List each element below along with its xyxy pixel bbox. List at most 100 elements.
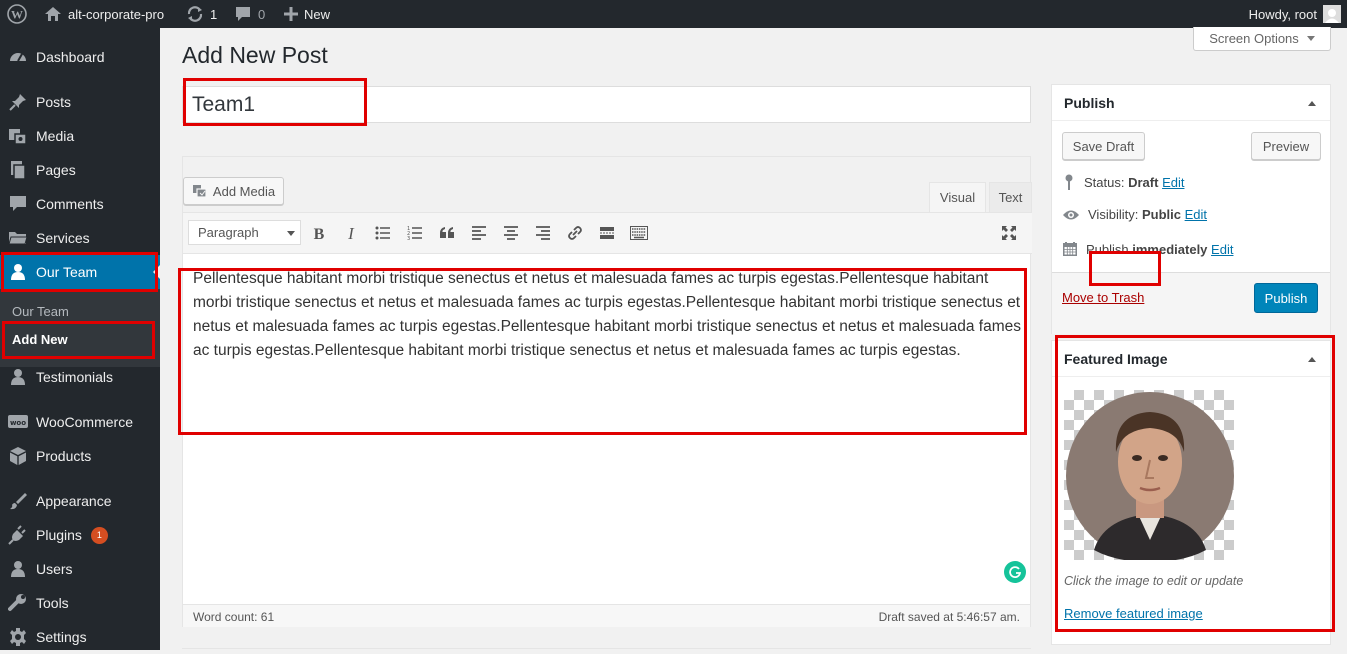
sidebar-item-label: Posts <box>36 94 72 110</box>
align-right-button[interactable] <box>527 213 559 253</box>
caret-down-icon <box>1306 36 1315 41</box>
sidebar-item-label: Dashboard <box>36 49 105 65</box>
wordpress-logo-icon[interactable]: W <box>7 0 27 28</box>
sidebar-item-appearance[interactable]: Appearance <box>0 484 160 518</box>
sidebar-item-services[interactable]: Services <box>0 221 160 255</box>
caret-down-icon <box>287 231 295 236</box>
preview-label: Preview <box>1262 138 1310 154</box>
visibility-value: Public <box>1141 207 1181 222</box>
italic-button[interactable]: I <box>335 213 367 253</box>
folder-icon <box>8 228 28 248</box>
edit-visibility-link[interactable]: Edit <box>1185 207 1207 222</box>
align-center-icon <box>503 225 519 241</box>
submenu-item-add-new[interactable]: Add New <box>0 325 160 353</box>
format-select[interactable]: Paragraph <box>188 220 301 245</box>
publish-box-header[interactable]: Publish <box>1052 85 1330 121</box>
insert-link-button[interactable] <box>559 213 591 253</box>
add-media-button[interactable]: Add Media <box>183 177 284 205</box>
collapse-arrow-icon <box>1308 357 1316 362</box>
tab-text[interactable]: Text <box>989 182 1032 212</box>
sidebar-item-label: Plugins <box>36 527 82 543</box>
new-content-link[interactable]: New <box>284 0 330 28</box>
current-arrow-icon <box>153 265 160 279</box>
publish-box-title: Publish <box>1064 94 1115 111</box>
howdy-text: Howdy, root <box>1248 6 1317 22</box>
user-avatar <box>1323 5 1341 23</box>
featured-image-hint: Click the image to edit or update <box>1064 574 1244 588</box>
edit-schedule-link[interactable]: Edit <box>1211 242 1233 257</box>
sidebar-item-woocommerce[interactable]: woo WooCommerce <box>0 405 160 439</box>
editor-content-text: Pellentesque habitant morbi tristique se… <box>193 270 1022 359</box>
sidebar-item-label: Comments <box>36 196 104 212</box>
save-draft-button[interactable]: Save Draft <box>1062 132 1145 160</box>
site-name-link[interactable]: alt-corporate-pro <box>44 0 164 28</box>
sidebar-item-settings[interactable]: Settings <box>0 620 160 654</box>
admin-bar: W alt-corporate-pro 1 0 New Howdy, root <box>0 0 1347 28</box>
pages-icon <box>8 160 28 180</box>
sidebar-item-label: Our Team <box>36 264 98 280</box>
move-to-trash-link[interactable]: Move to Trash <box>1062 290 1144 305</box>
screen-options-button[interactable]: Screen Options <box>1193 27 1331 51</box>
sidebar-item-tools[interactable]: Tools <box>0 586 160 620</box>
fullscreen-icon <box>1001 225 1017 241</box>
editor-toolbar: Paragraph B I 123 <box>183 212 1032 254</box>
sidebar-item-label: Testimonials <box>36 369 114 385</box>
sidebar-item-label: Settings <box>36 629 87 645</box>
sidebar-item-users[interactable]: Users <box>0 552 160 586</box>
featured-image-header[interactable]: Featured Image <box>1052 341 1330 377</box>
align-left-button[interactable] <box>463 213 495 253</box>
media-icon <box>192 183 208 199</box>
schedule-row: Publish immediately Edit <box>1062 241 1233 257</box>
post-title-input[interactable]: Team1 <box>182 86 1031 123</box>
read-more-button[interactable] <box>591 213 623 253</box>
align-center-button[interactable] <box>495 213 527 253</box>
svg-text:woo: woo <box>10 419 26 427</box>
comment-bubble-icon <box>234 6 252 22</box>
tab-text-label: Text <box>998 190 1023 205</box>
plus-icon <box>284 7 298 21</box>
sidebar-item-media[interactable]: Media <box>0 119 160 153</box>
sidebar-item-posts[interactable]: Posts <box>0 85 160 119</box>
publish-button[interactable]: Publish <box>1254 283 1318 313</box>
sidebar-item-label: Tools <box>36 595 69 611</box>
preview-button[interactable]: Preview <box>1251 132 1321 160</box>
home-icon <box>44 6 62 22</box>
grammarly-icon[interactable] <box>1004 561 1026 583</box>
sidebar-item-label: Users <box>36 561 73 577</box>
portrait-image <box>1066 392 1234 560</box>
bold-button[interactable]: B <box>303 213 335 253</box>
sidebar-item-plugins[interactable]: Plugins 1 <box>0 518 160 552</box>
sidebar-item-testimonials[interactable]: Testimonials <box>0 360 160 394</box>
fullscreen-button[interactable] <box>993 213 1025 253</box>
sidebar-item-our-team[interactable]: Our Team <box>0 255 160 289</box>
bold-icon: B <box>311 225 327 241</box>
user-menu[interactable]: Howdy, root <box>1249 0 1341 28</box>
comments-link[interactable]: 0 <box>234 0 265 28</box>
align-left-icon <box>471 225 487 241</box>
updates-link[interactable]: 1 <box>186 0 217 28</box>
sidebar-item-label: Products <box>36 448 92 464</box>
submenu-item-our-team[interactable]: Our Team <box>0 297 160 325</box>
featured-image-thumbnail[interactable] <box>1064 390 1234 560</box>
editor-status-bar: Word count: 61 Draft saved at 5:46:57 am… <box>183 604 1030 627</box>
tab-visual[interactable]: Visual <box>929 182 986 212</box>
format-select-value: Paragraph <box>198 225 259 240</box>
numbered-list-icon: 123 <box>407 225 423 241</box>
editor-container: Add Media Visual Text Paragraph B I 123 <box>182 156 1032 627</box>
sidebar-item-dashboard[interactable]: Dashboard <box>0 40 160 74</box>
toolbar-toggle-button[interactable] <box>623 213 655 253</box>
status-row: Status: Draft Edit <box>1062 173 1184 191</box>
screen-options-label: Screen Options <box>1209 31 1299 46</box>
publish-button-label: Publish <box>1264 290 1308 306</box>
bulleted-list-button[interactable] <box>367 213 399 253</box>
save-draft-label: Save Draft <box>1072 138 1135 154</box>
sidebar-item-products[interactable]: Products <box>0 439 160 473</box>
remove-featured-image-link[interactable]: Remove featured image <box>1064 606 1203 621</box>
box-icon <box>8 446 28 466</box>
sidebar-item-comments[interactable]: Comments <box>0 187 160 221</box>
numbered-list-button[interactable]: 123 <box>399 213 431 253</box>
editor-content-area[interactable]: Pellentesque habitant morbi tristique se… <box>183 254 1030 604</box>
blockquote-button[interactable] <box>431 213 463 253</box>
sidebar-item-pages[interactable]: Pages <box>0 153 160 187</box>
edit-status-link[interactable]: Edit <box>1162 175 1184 190</box>
